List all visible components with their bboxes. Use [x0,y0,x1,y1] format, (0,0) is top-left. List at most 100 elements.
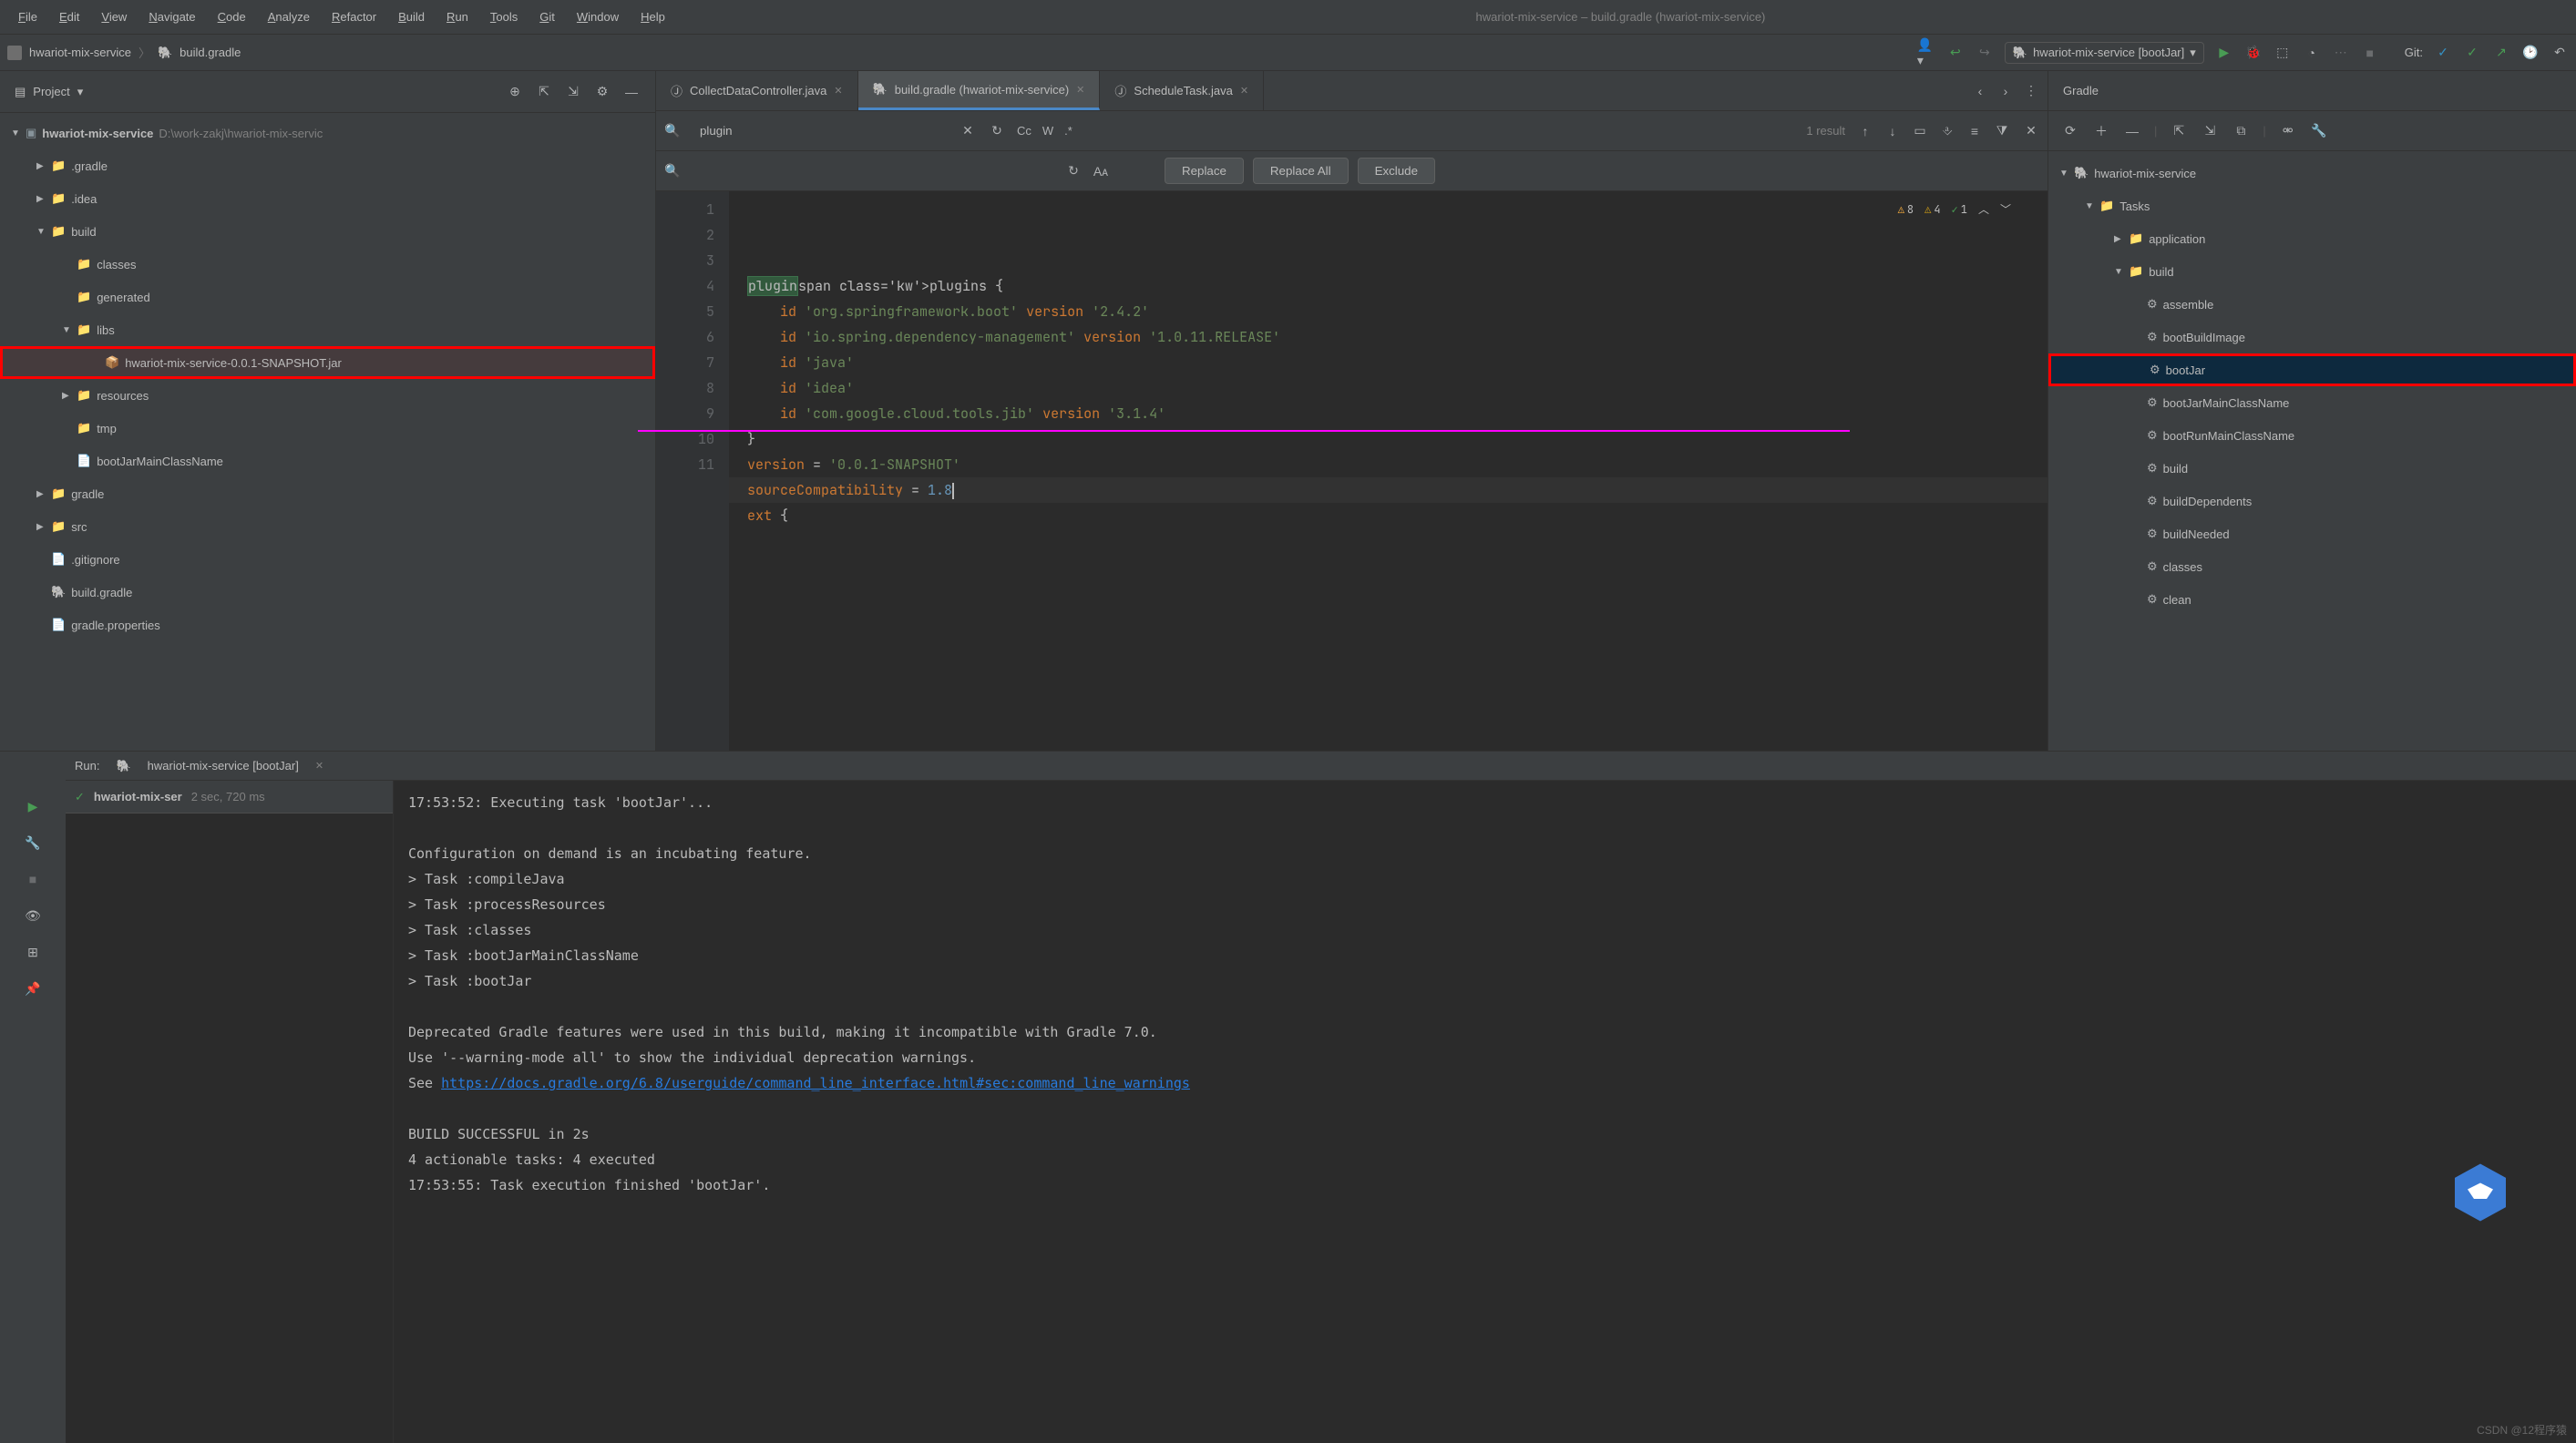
offline-icon[interactable]: ⚮ [2279,122,2297,140]
history-icon[interactable]: ↻ [988,122,1006,140]
next-match-icon[interactable]: ↓ [1883,122,1902,140]
gradle-task[interactable]: ⚙classes [2048,550,2576,583]
preserve-case-icon[interactable]: Aᴀ [1092,162,1110,180]
git-history-icon[interactable]: 🕑 [2521,44,2540,62]
tree-item[interactable]: 📁generated [0,281,655,313]
clear-find-icon[interactable]: ✕ [959,122,977,140]
gradle-task[interactable]: ⚙bootRunMainClassName [2048,419,2576,452]
tab-list-icon[interactable]: ⋮ [2022,82,2040,100]
menu-run[interactable]: Run [437,6,477,27]
history-icon[interactable]: ↻ [1064,162,1083,180]
menu-view[interactable]: View [92,6,136,27]
menu-build[interactable]: Build [389,6,434,27]
git-commit-icon[interactable]: ✓ [2463,44,2481,62]
gradle-task[interactable]: ⚙buildDependents [2048,485,2576,517]
tree-item[interactable]: 🐘build.gradle [0,576,655,609]
git-pull-icon[interactable]: ✓ [2434,44,2452,62]
inspections-up-icon[interactable]: ︿ [1978,197,1989,222]
stop-button[interactable]: ■ [2361,44,2379,62]
menu-window[interactable]: Window [568,6,628,27]
gradle-task[interactable]: ⚙build [2048,452,2576,485]
whole-word-toggle[interactable]: W [1042,124,1053,138]
close-tab-icon[interactable]: ✕ [1240,85,1248,97]
menu-help[interactable]: Help [631,6,674,27]
tree-item[interactable]: ▼📁libs [0,313,655,346]
menu-refactor[interactable]: Refactor [323,6,385,27]
add-selection-icon[interactable]: ⎀ [1938,122,1956,140]
run-button[interactable]: ▶ [2215,44,2233,62]
refresh-icon[interactable]: ⟳ [2061,122,2079,140]
console-output[interactable]: 17:53:52: Executing task 'bootJar'... Co… [394,781,2576,1443]
forward-icon[interactable]: ↪ [1976,44,1994,62]
editor-tab[interactable]: ⒿCollectDataController.java✕ [656,71,858,110]
menu-file[interactable]: File [9,6,46,27]
tab-prev-icon[interactable]: ‹ [1971,82,1989,100]
code-line[interactable]: id 'io.spring.dependency-management' ver… [729,324,2047,350]
locate-icon[interactable]: ⊕ [506,83,524,101]
close-find-icon[interactable]: ✕ [2022,122,2040,140]
tree-item[interactable]: 📄.gitignore [0,543,655,576]
tree-root[interactable]: ▼ ▣ hwariot-mix-service D:\work-zakj\hwa… [0,117,655,149]
profile-button[interactable]: ◔ [2303,44,2321,62]
menu-git[interactable]: Git [530,6,564,27]
show-icon[interactable]: 👁 [24,906,42,925]
tree-item[interactable]: 📁classes [0,248,655,281]
exclude-button[interactable]: Exclude [1358,158,1435,184]
gradle-task-bootjar[interactable]: ⚙bootJar [2048,353,2576,386]
chevron-down-icon[interactable]: ▾ [77,85,84,99]
inspections-down-icon[interactable]: ﹀ [2000,197,2011,222]
project-tree[interactable]: ▼ ▣ hwariot-mix-service D:\work-zakj\hwa… [0,113,655,645]
wrench-icon[interactable]: 🔧 [24,834,42,852]
tree-item[interactable]: ▶📁src [0,510,655,543]
git-revert-icon[interactable]: ↶ [2550,44,2569,62]
editor-tab[interactable]: 🐘build.gradle (hwariot-mix-service)✕ [858,71,1101,110]
hide-icon[interactable]: — [622,83,641,101]
gradle-tree[interactable]: ▼🐘 hwariot-mix-service ▼📁 Tasks ▶📁applic… [2048,151,2576,751]
collapse-all-icon[interactable]: ⇲ [564,83,582,101]
user-icon[interactable]: 👤▾ [1917,44,1935,62]
console-link[interactable]: https://docs.gradle.org/6.8/userguide/co… [441,1075,1190,1091]
project-panel-title[interactable]: Project [33,85,69,98]
tree-item[interactable]: ▶📁resources [0,379,655,412]
back-icon[interactable]: ↩ [1946,44,1965,62]
gradle-root[interactable]: ▼🐘 hwariot-mix-service [2048,157,2576,189]
filter-icon[interactable]: ⧩ [1993,122,2011,140]
run-status-tree[interactable]: ✓ hwariot-mix-ser 2 sec, 720 ms [66,781,394,1443]
gradle-task[interactable]: ⚙bootJarMainClassName [2048,386,2576,419]
close-tab-icon[interactable]: ✕ [834,85,842,97]
editor-tab[interactable]: ⒿScheduleTask.java✕ [1100,71,1264,110]
prev-match-icon[interactable]: ↑ [1856,122,1874,140]
expand-all-icon[interactable]: ⇱ [2170,122,2188,140]
code-line[interactable]: version = '0.0.1-SNAPSHOT' [729,452,2047,477]
layout-icon[interactable]: ⊞ [24,943,42,961]
gradle-task[interactable]: ⚙assemble [2048,288,2576,321]
code-editor[interactable]: 1234567891011 8 4 1 ︿ ﹀ pluginspan class… [656,191,2047,751]
add-icon[interactable]: ＋ [2092,122,2110,140]
expand-all-icon[interactable]: ⇱ [535,83,553,101]
tree-item[interactable]: ▶📁.idea [0,182,655,215]
code-line[interactable]: pluginspan class='kw'>plugins { [729,273,2047,299]
select-all-icon[interactable]: ▭ [1911,122,1929,140]
gradle-task[interactable]: ⚙buildNeeded [2048,517,2576,550]
tree-item-jar[interactable]: 📦hwariot-mix-service-0.0.1-SNAPSHOT.jar [0,346,655,379]
regex-toggle[interactable]: .* [1064,124,1072,138]
code-line[interactable]: id 'idea' [729,375,2047,401]
code-line[interactable]: sourceCompatibility = 1.8 [729,477,2047,503]
menu-code[interactable]: Code [209,6,255,27]
inspections-widget[interactable]: 8 4 1 ︿ ﹀ [1898,197,2011,222]
toggle-in-selection-icon[interactable]: ≡ [1965,122,1984,140]
detach-icon[interactable]: — [2123,122,2141,140]
replace-all-button[interactable]: Replace All [1253,158,1349,184]
match-case-toggle[interactable]: Cc [1017,124,1031,138]
replace-input[interactable] [691,160,1055,181]
gradle-task[interactable]: ⚙bootBuildImage [2048,321,2576,353]
gradle-tasks-node[interactable]: ▼📁 Tasks [2048,189,2576,222]
gradle-group[interactable]: ▶📁application [2048,222,2576,255]
tree-item[interactable]: ▼📁build [0,215,655,248]
wrench-icon[interactable]: 🔧 [2310,122,2328,140]
pin-icon[interactable]: 📌 [24,979,42,998]
settings-icon[interactable]: ⚙ [593,83,611,101]
run-tab-config[interactable]: hwariot-mix-service [bootJar] [148,759,299,773]
gradle-task[interactable]: ⚙clean [2048,583,2576,616]
close-run-tab-icon[interactable]: ✕ [315,760,323,772]
